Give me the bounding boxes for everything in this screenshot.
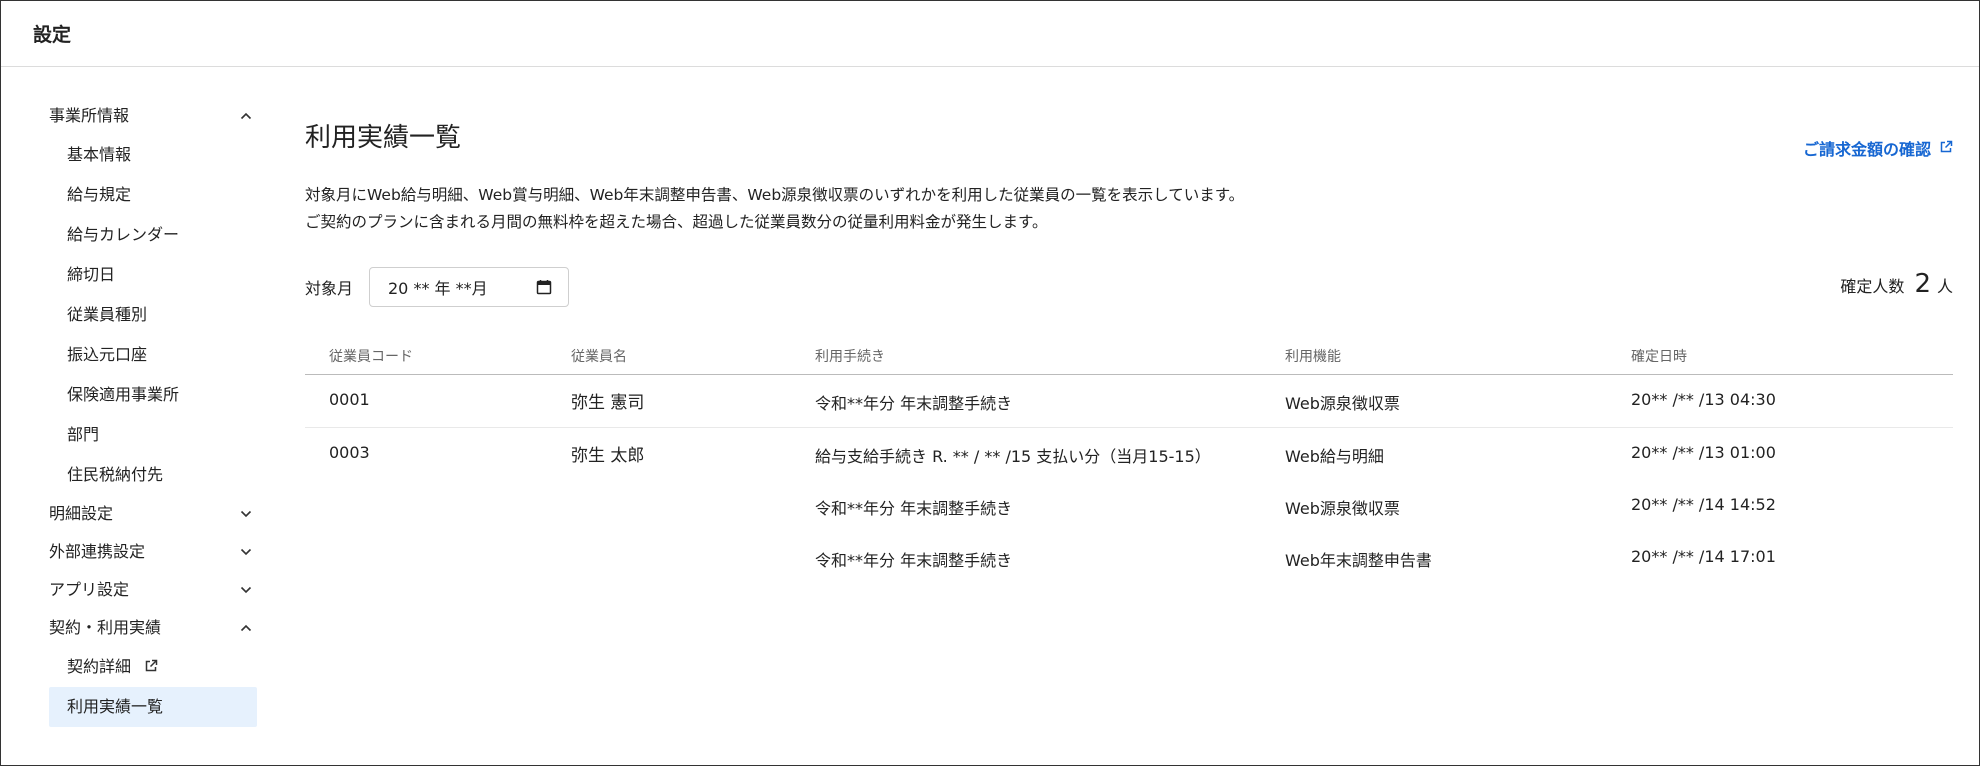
confirmed-count-display: 確定人数 2 人 — [1840, 269, 1953, 299]
sidebar-item-contract-details[interactable]: 契約詳細 — [49, 647, 257, 687]
cell-procedure: 令和**年分 年末調整手続き — [815, 551, 1013, 570]
sidebar-item-department[interactable]: 部門 — [49, 415, 257, 455]
sidebar-item-usage-list[interactable]: 利用実績一覧 — [49, 687, 257, 727]
cell-function: Web給与明細 — [1285, 447, 1384, 466]
target-month-input[interactable]: 20 ** 年 **月 — [369, 267, 569, 307]
app-title: 設定 — [33, 24, 72, 46]
description-line: 対象月にWeb給与明細、Web賞与明細、Web年末調整申告書、Web源泉徴収票の… — [305, 186, 1245, 204]
sidebar-item-label: 保険適用事業所 — [67, 385, 180, 404]
external-link-icon — [144, 648, 158, 688]
sidebar-group-label: 事業所情報 — [49, 106, 130, 125]
billing-link-label: ご請求金額の確認 — [1802, 140, 1931, 159]
cell-function: Web源泉徴収票 — [1285, 394, 1400, 413]
chevron-down-icon — [237, 571, 255, 609]
usage-entry: 給与支給手続き R. ** / ** /15 支払い分（当月15-15） Web… — [305, 428, 1953, 480]
usage-entry: 令和**年分 年末調整手続き Web源泉徴収票 20** /** /14 14:… — [305, 480, 1953, 532]
confirmed-count: 2 — [1914, 269, 1931, 299]
sidebar: 事業所情報 基本情報 給与規定 給与カレンダー 締切日 従業員種別 振込元口座 … — [49, 97, 257, 727]
sidebar-item-salary-calendar[interactable]: 給与カレンダー — [49, 215, 257, 255]
sidebar-item-label: 従業員種別 — [67, 305, 148, 324]
sidebar-group-app-settings[interactable]: アプリ設定 — [49, 571, 257, 609]
header-employee-name: 従業員名 — [571, 349, 627, 365]
target-month-value: 20 ** 年 **月 — [388, 279, 488, 298]
sidebar-group-office-info[interactable]: 事業所情報 — [49, 97, 257, 135]
cell-confirmed-date: 20** /** /13 04:30 — [1631, 390, 1776, 409]
sidebar-item-closing-date[interactable]: 締切日 — [49, 255, 257, 295]
sidebar-item-label: 部門 — [67, 425, 100, 444]
usage-entry: 令和**年分 年末調整手続き Web年末調整申告書 20** /** /14 1… — [305, 532, 1953, 584]
main-content: 利用実績一覧 ご請求金額の確認 対象月にWeb給与明細、Web賞与明細、Web年… — [305, 1, 1953, 767]
confirmed-label: 確定人数 — [1840, 277, 1905, 296]
sidebar-item-resident-tax[interactable]: 住民税納付先 — [49, 455, 257, 495]
header-function: 利用機能 — [1285, 349, 1341, 365]
header-confirmed-date: 確定日時 — [1631, 349, 1687, 365]
cell-procedure: 令和**年分 年末調整手続き — [815, 499, 1013, 518]
table-row: 0003 弥生 太郎 給与支給手続き R. ** / ** /15 支払い分（当… — [305, 428, 1953, 584]
usage-entry: 令和**年分 年末調整手続き Web源泉徴収票 20** /** /13 04:… — [305, 375, 1953, 427]
sidebar-group-label: アプリ設定 — [49, 580, 130, 599]
sidebar-group-label: 契約・利用実績 — [49, 618, 162, 637]
sidebar-item-label: 締切日 — [67, 265, 116, 284]
sidebar-item-source-account[interactable]: 振込元口座 — [49, 335, 257, 375]
sidebar-item-basic-info[interactable]: 基本情報 — [49, 135, 257, 175]
chevron-up-icon — [237, 609, 255, 647]
billing-confirm-link[interactable]: ご請求金額の確認 — [1803, 136, 1953, 160]
sidebar-item-label: 給与規定 — [67, 185, 132, 204]
cell-confirmed-date: 20** /** /14 17:01 — [1631, 547, 1776, 566]
sidebar-item-label: 住民税納付先 — [67, 465, 164, 484]
cell-confirmed-date: 20** /** /13 01:00 — [1631, 443, 1776, 462]
sidebar-group-statement-settings[interactable]: 明細設定 — [49, 495, 257, 533]
sidebar-group-contract-usage[interactable]: 契約・利用実績 — [49, 609, 257, 647]
external-link-icon — [1939, 139, 1953, 158]
sidebar-item-label: 利用実績一覧 — [67, 697, 164, 716]
page-description: 対象月にWeb給与明細、Web賞与明細、Web年末調整申告書、Web源泉徴収票の… — [305, 182, 1244, 236]
cell-confirmed-date: 20** /** /14 14:52 — [1631, 495, 1776, 514]
description-line: ご契約のプランに含まれる月間の無料枠を超えた場合、超過した従業員数分の従量利用料… — [305, 213, 1048, 231]
usage-table: 従業員コード 従業員名 利用手続き 利用機能 確定日時 0001 弥生 憲司 令… — [305, 335, 1953, 584]
sidebar-item-label: 契約詳細 — [67, 657, 132, 676]
header-employee-code: 従業員コード — [329, 349, 413, 365]
header-procedure: 利用手続き — [815, 349, 885, 365]
chevron-down-icon — [237, 495, 255, 533]
cell-function: Web年末調整申告書 — [1285, 551, 1432, 570]
sidebar-group-label: 外部連携設定 — [49, 542, 146, 561]
sidebar-item-label: 給与カレンダー — [67, 225, 180, 244]
sidebar-item-label: 振込元口座 — [67, 345, 148, 364]
sidebar-item-insurance-office[interactable]: 保険適用事業所 — [49, 375, 257, 415]
cell-procedure: 給与支給手続き R. ** / ** /15 支払い分（当月15-15） — [815, 447, 1211, 466]
sidebar-item-employee-type[interactable]: 従業員種別 — [49, 295, 257, 335]
sidebar-item-salary-rules[interactable]: 給与規定 — [49, 175, 257, 215]
chevron-down-icon — [237, 533, 255, 571]
target-month-label: 対象月 — [305, 279, 354, 298]
calendar-icon[interactable] — [536, 279, 552, 299]
sidebar-group-external-integration[interactable]: 外部連携設定 — [49, 533, 257, 571]
sidebar-group-label: 明細設定 — [49, 504, 114, 523]
table-row: 0001 弥生 憲司 令和**年分 年末調整手続き Web源泉徴収票 20** … — [305, 375, 1953, 428]
app-window: 設定 事業所情報 基本情報 給与規定 給与カレンダー 締切日 従業員種別 振込元… — [0, 0, 1980, 766]
chevron-up-icon — [237, 97, 255, 135]
confirmed-unit: 人 — [1936, 277, 1953, 296]
page-title: 利用実績一覧 — [305, 123, 462, 153]
cell-function: Web源泉徴収票 — [1285, 499, 1400, 518]
table-header: 従業員コード 従業員名 利用手続き 利用機能 確定日時 — [305, 335, 1953, 375]
sidebar-item-label: 基本情報 — [67, 145, 132, 164]
cell-procedure: 令和**年分 年末調整手続き — [815, 394, 1013, 413]
